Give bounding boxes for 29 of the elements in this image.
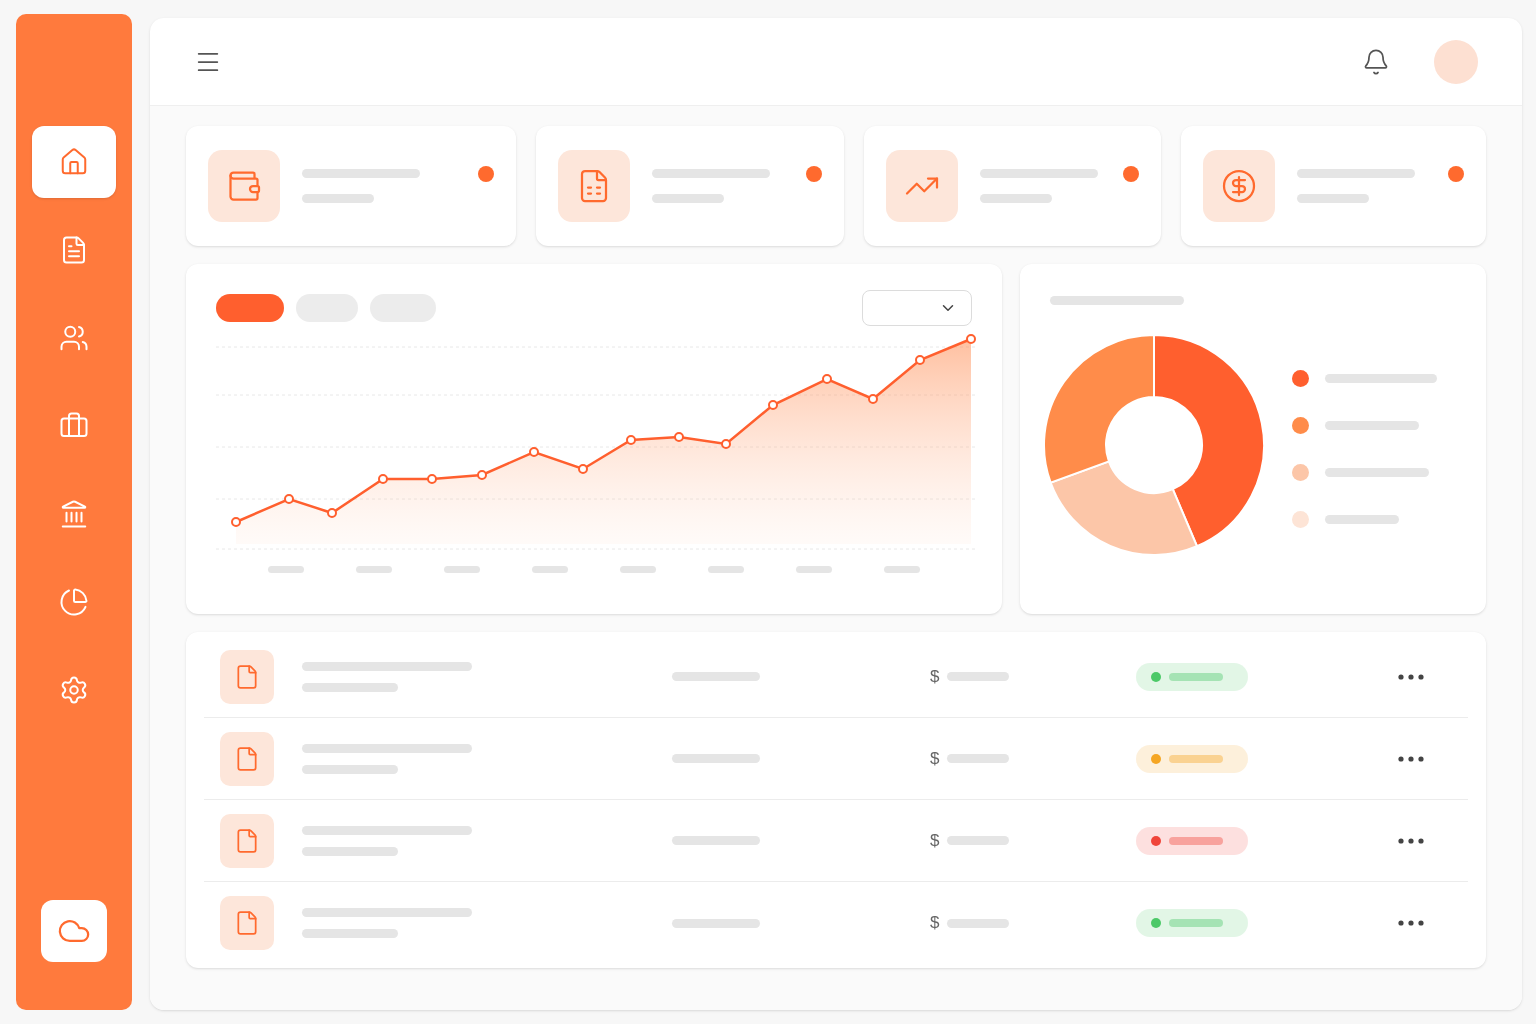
sidebar-item[interactable] (32, 126, 116, 198)
users-icon (59, 323, 89, 353)
sidebar-footer-button[interactable] (41, 900, 107, 962)
currency-symbol: $ (930, 747, 940, 770)
more-icon (1398, 837, 1424, 844)
more-button[interactable] (1398, 673, 1424, 680)
more-button[interactable] (1398, 920, 1424, 926)
currency-symbol: $ (930, 912, 940, 935)
bell-icon (1362, 47, 1390, 76)
currency-symbol: $ (930, 665, 940, 688)
period-dropdown[interactable] (862, 290, 972, 326)
wallet-icon (226, 168, 262, 204)
more-icon (1398, 673, 1424, 680)
file-icon (234, 663, 260, 690)
more-icon (1398, 755, 1424, 762)
dollar-icon (1221, 168, 1257, 204)
file-icon (234, 745, 260, 772)
bank-icon (59, 499, 89, 529)
pie-chart-icon (59, 587, 89, 617)
currency-symbol: $ (930, 829, 940, 852)
notification-button[interactable] (1362, 47, 1390, 76)
more-icon (1398, 920, 1424, 926)
home-icon (59, 147, 89, 177)
file-icon (234, 827, 260, 854)
file-icon (234, 910, 260, 936)
chart-tab[interactable] (216, 294, 284, 322)
more-button[interactable] (1398, 837, 1424, 844)
more-button[interactable] (1398, 755, 1424, 762)
settings-icon (59, 675, 89, 705)
